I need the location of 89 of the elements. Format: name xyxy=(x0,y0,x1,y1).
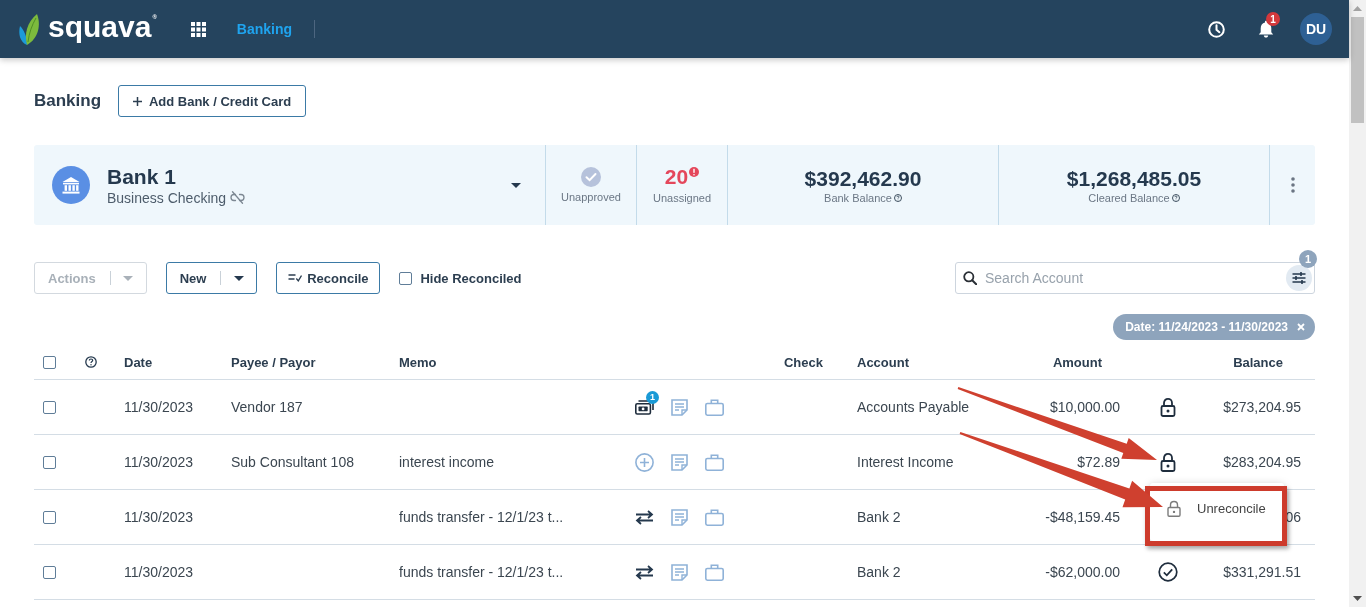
scroll-down-icon[interactable] xyxy=(1353,596,1362,601)
lock-icon xyxy=(1167,500,1181,517)
help-icon[interactable] xyxy=(1171,193,1180,202)
account-cell: Interest Income xyxy=(857,454,954,470)
amount-cell: -$62,000.00 xyxy=(1045,564,1120,580)
search-field[interactable]: Search Account xyxy=(955,262,1315,294)
account-cell: Bank 2 xyxy=(857,564,901,580)
transfer-arrows-icon[interactable] xyxy=(635,509,654,525)
date-cell: 11/30/2023 xyxy=(124,454,194,470)
scroll-up-icon[interactable] xyxy=(1353,6,1362,11)
column-header[interactable]: Memo xyxy=(399,354,437,370)
add-circle-icon[interactable] xyxy=(635,452,654,472)
nav-link[interactable]: Banking xyxy=(236,21,293,37)
column-header[interactable]: Payee / Payor xyxy=(231,354,316,370)
date-cell: 11/30/2023 xyxy=(124,509,194,525)
balance-cell: $331,291.51 xyxy=(1223,564,1301,580)
logo-wordmark[interactable]: squava$^{®}$ xyxy=(48,10,157,44)
row-checkbox[interactable] xyxy=(43,455,56,469)
bank-building-icon xyxy=(52,166,90,204)
balance-label: Cleared Balance xyxy=(1088,191,1170,204)
check-circle-icon[interactable] xyxy=(1157,562,1178,582)
sliders-icon xyxy=(1292,271,1306,285)
payee-cell: Sub Consultant 108 xyxy=(231,454,354,470)
date-cell: 11/30/2023 xyxy=(124,564,194,580)
row-checkbox[interactable] xyxy=(43,565,56,579)
select-all-checkbox[interactable] xyxy=(43,355,56,369)
close-icon[interactable] xyxy=(1297,323,1305,331)
reconcile-button[interactable]: Reconcile xyxy=(276,262,381,294)
leaf-logo-icon xyxy=(18,12,41,46)
unlink-icon xyxy=(230,191,246,204)
lock-icon[interactable] xyxy=(1159,452,1176,472)
dropdown-button[interactable]: New xyxy=(165,262,258,294)
app-grid-icon[interactable] xyxy=(190,21,206,37)
alert-icon xyxy=(689,167,700,177)
balance-amount: $1,268,485.05 xyxy=(1066,166,1202,191)
memo-cell: interest income xyxy=(399,454,494,470)
amount-cell: $72.89 xyxy=(1077,454,1120,470)
memo-cell: funds transfer - 12/1/23 t... xyxy=(399,509,564,525)
stat-label: Unassigned xyxy=(652,192,712,204)
checkbox-label: Hide Reconciled xyxy=(420,270,522,286)
date-cell: 11/30/2023 xyxy=(124,399,194,415)
history-clock-icon[interactable] xyxy=(1208,20,1225,38)
unreconcile-menu-item[interactable]: Unreconcile xyxy=(1167,500,1266,517)
cash-icon[interactable] xyxy=(635,399,654,415)
plus-icon xyxy=(132,96,142,106)
balance-cell: $283,204.95 xyxy=(1223,454,1301,470)
user-avatar[interactable]: DU xyxy=(1300,13,1332,45)
row-checkbox[interactable] xyxy=(43,400,56,414)
briefcase-icon[interactable] xyxy=(705,398,724,416)
amount-cell: -$48,159.45 xyxy=(1045,509,1120,525)
account-cell: Bank 2 xyxy=(857,509,901,525)
notification-badge: 1 xyxy=(1266,12,1280,26)
transfer-arrows-icon[interactable] xyxy=(635,564,654,580)
page-title: Banking xyxy=(34,91,102,111)
column-header[interactable]: Date xyxy=(124,354,153,370)
column-header[interactable]: Check xyxy=(783,354,823,370)
list-check-icon xyxy=(288,273,303,283)
count-value: 20 xyxy=(664,166,689,188)
caret-icon xyxy=(233,275,244,281)
filter-count-badge: 1 xyxy=(1299,250,1317,268)
memo-cell: funds transfer - 12/1/23 t... xyxy=(399,564,564,580)
payee-cell: Vendor 187 xyxy=(231,399,303,415)
lock-icon[interactable] xyxy=(1159,397,1176,417)
column-header[interactable]: Balance xyxy=(1233,354,1283,370)
account-name: Bank 1 xyxy=(107,164,176,189)
count-badge: 1 xyxy=(646,390,659,404)
column-header[interactable]: Amount xyxy=(1052,354,1102,370)
balance-amount: $392,462.90 xyxy=(804,166,922,191)
caret-icon xyxy=(123,275,134,281)
check-circle-icon xyxy=(581,167,601,187)
account-cell: Accounts Payable xyxy=(857,399,970,415)
column-header[interactable]: Account xyxy=(857,354,909,370)
help-icon[interactable] xyxy=(893,193,902,202)
balance-label: Bank Balance xyxy=(824,191,892,204)
caret-icon[interactable] xyxy=(511,182,521,188)
more-options-icon[interactable] xyxy=(1290,177,1295,193)
briefcase-icon[interactable] xyxy=(705,453,724,471)
stat-label: Unapproved xyxy=(561,191,621,203)
briefcase-icon[interactable] xyxy=(705,563,724,581)
search-icon xyxy=(963,271,977,285)
amount-cell: $10,000.00 xyxy=(1049,399,1120,415)
checkbox[interactable] xyxy=(399,271,413,285)
row-checkbox[interactable] xyxy=(43,510,56,524)
help-icon[interactable] xyxy=(85,356,97,368)
add-bank-button[interactable]: Add Bank / Credit Card xyxy=(118,85,307,117)
balance-cell: $273,204.95 xyxy=(1223,399,1301,415)
briefcase-icon[interactable] xyxy=(705,508,724,526)
account-type: Business Checking xyxy=(107,189,227,206)
scrollbar-thumb[interactable] xyxy=(1351,17,1364,123)
